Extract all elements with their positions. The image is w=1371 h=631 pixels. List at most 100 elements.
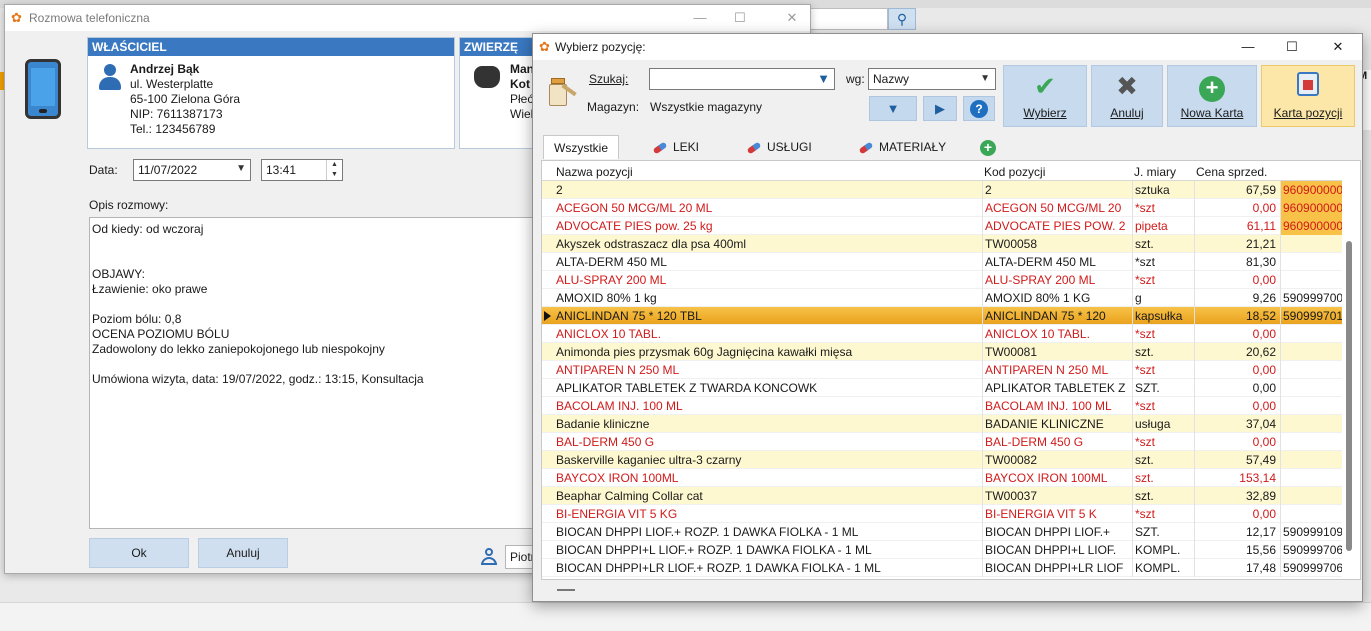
cell-code: BAL-DERM 450 G [982, 433, 1130, 451]
cell-unit: *szt [1132, 433, 1192, 451]
maximize-button[interactable]: ☐ [1277, 36, 1307, 58]
table-row[interactable]: Akyszek odstraszacz dla psa 400ml TW00058… [542, 235, 1342, 253]
cell-code: ANTIPAREN N 250 ML [982, 361, 1130, 379]
cell-name: 2 [556, 183, 563, 197]
cell-name: Baskerville kaganiec ultra-3 czarny [556, 453, 742, 467]
close-button[interactable]: ✕ [777, 7, 807, 29]
cell-ean [1280, 487, 1342, 505]
tab-materialy[interactable]: MATERIAŁY [849, 135, 956, 159]
table-row[interactable]: BIOCAN DHPPI+LR LIOF.+ ROZP. 1 DAWKA FIO… [542, 559, 1342, 577]
table-row[interactable]: Animonda pies przysmak 60g Jagnięcina ka… [542, 343, 1342, 361]
table-row[interactable]: BIOCAN DHPPI+L LIOF.+ ROZP. 1 DAWKA FIOL… [542, 541, 1342, 559]
horizontal-scrollbar[interactable] [557, 589, 575, 591]
cell-ean: 590999109 [1280, 523, 1342, 541]
table-row[interactable]: Baskerville kaganiec ultra-3 czarny TW000… [542, 451, 1342, 469]
cancel-button[interactable]: ✖ Anuluj [1091, 65, 1163, 127]
table-row[interactable]: AMOXID 80% 1 kg AMOXID 80% 1 KG g 9,26 59099… [542, 289, 1342, 307]
play-button[interactable]: ▶ [923, 96, 957, 121]
table-row[interactable]: ANICLINDAN 75 * 120 TBL ANICLINDAN 75 * 1… [542, 307, 1342, 325]
close-button[interactable]: ✕ [1323, 36, 1353, 58]
pill-icon [858, 141, 874, 155]
cell-ean [1280, 361, 1342, 379]
tab-all-label: Wszystkie [554, 141, 608, 155]
cell-unit: kapsułka [1132, 307, 1192, 325]
column-header-name[interactable]: Nazwa pozycji [556, 165, 633, 179]
table-row[interactable]: 2 2 sztuka 67,59 960900000 [542, 181, 1342, 199]
cell-code: AMOXID 80% 1 KG [982, 289, 1130, 307]
column-header-price[interactable]: Cena sprzed. [1196, 165, 1267, 179]
table-row[interactable]: APLIKATOR TABLETEK Z TWARDA KONCOWK APLIK… [542, 379, 1342, 397]
opis-label: Opis rozmowy: [89, 198, 169, 212]
cell-unit: usługa [1132, 415, 1192, 433]
search-by-value: Nazwy [873, 72, 910, 86]
animal-panel: ZWIERZĘ Mani Kot r Płeć: Wiek: [459, 37, 541, 149]
cell-unit: szt. [1132, 235, 1192, 253]
call-description-textarea[interactable]: Od kiedy: od wczoraj OBJAWY: Łzawienie: … [89, 217, 541, 529]
table-row[interactable]: BIOCAN DHPPI LIOF.+ ROZP. 1 DAWKA FIOLKA… [542, 523, 1342, 541]
maximize-button[interactable]: ☐ [725, 7, 755, 29]
table-row[interactable]: ACEGON 50 MCG/ML 20 ML ACEGON 50 MCG/ML 2… [542, 199, 1342, 217]
cell-code: ANICLINDAN 75 * 120 [982, 307, 1130, 325]
cell-price: 0,00 [1194, 379, 1278, 397]
ok-button[interactable]: Ok [89, 538, 189, 568]
time-stepper[interactable]: 13:41 ▲ ▼ [261, 159, 343, 181]
table-row[interactable]: ANTIPAREN N 250 ML ANTIPAREN N 250 ML *szt… [542, 361, 1342, 379]
column-header-code[interactable]: Kod pozycji [984, 165, 1045, 179]
date-value: 11/07/2022 [138, 163, 198, 177]
add-tab-icon[interactable]: + [980, 140, 996, 156]
search-input[interactable]: ▼ [649, 68, 835, 90]
title-bar: ✿ Wybierz pozycję: — ☐ ✕ [533, 34, 1362, 60]
table-row[interactable]: ALTA-DERM 450 ML ALTA-DERM 450 ML *szt 81,3… [542, 253, 1342, 271]
table-row[interactable]: ADVOCATE PIES pow. 25 kg ADVOCATE PIES PO… [542, 217, 1342, 235]
owner-name[interactable]: Andrzej Bąk [130, 62, 240, 77]
tab-leki[interactable]: LEKI [643, 135, 709, 159]
cell-name: ALU-SPRAY 200 ML [556, 273, 667, 287]
table-row[interactable]: ALU-SPRAY 200 ML ALU-SPRAY 200 ML *szt 0,00 [542, 271, 1342, 289]
table-row[interactable]: ANICLOX 10 TABL. ANICLOX 10 TABL. *szt 0,00 [542, 325, 1342, 343]
cell-code: BIOCAN DHPPI+LR LIOF [982, 559, 1130, 577]
tab-all[interactable]: Wszystkie [543, 135, 619, 159]
cell-unit: KOMPL. [1132, 559, 1192, 577]
magazyn-value: Wszystkie magazyny [650, 100, 763, 114]
background-search-input[interactable] [806, 8, 888, 30]
table-row[interactable]: BAL-DERM 450 G BAL-DERM 450 G *szt 0,00 [542, 433, 1342, 451]
phone-icon [25, 59, 61, 119]
date-picker[interactable]: 11/07/2022 ▼ [133, 159, 251, 181]
cell-price: 0,00 [1194, 433, 1278, 451]
animal-header: ZWIERZĘ [460, 38, 540, 56]
spin-arrows-icon[interactable]: ▲ ▼ [326, 160, 342, 180]
cell-price: 21,21 [1194, 235, 1278, 253]
cell-name: BIOCAN DHPPI+L LIOF.+ ROZP. 1 DAWKA FIOL… [556, 543, 872, 557]
vertical-scrollbar[interactable] [1346, 241, 1352, 551]
cell-price: 9,26 [1194, 289, 1278, 307]
select-button[interactable]: ✔ Wybierz [1003, 65, 1087, 127]
table-row[interactable]: BACOLAM INJ. 100 ML BACOLAM INJ. 100 ML *s… [542, 397, 1342, 415]
table-row[interactable]: BI-ENERGIA VIT 5 KG BI-ENERGIA VIT 5 K *sz… [542, 505, 1342, 523]
table-row[interactable]: BAYCOX IRON 100ML BAYCOX IRON 100ML szt. 15… [542, 469, 1342, 487]
minimize-button[interactable]: — [685, 7, 715, 29]
chevron-down-icon: ▼ [980, 73, 990, 84]
pill-icon [746, 141, 762, 155]
cell-ean: 590999701 [1280, 307, 1342, 325]
user-icon [481, 548, 497, 566]
cell-price: 0,00 [1194, 199, 1278, 217]
new-card-button[interactable]: + Nowa Karta [1167, 65, 1257, 127]
table-row[interactable]: Beaphar Calming Collar cat TW00037 szt. 32,… [542, 487, 1342, 505]
help-button[interactable]: ? [963, 96, 995, 121]
minimize-button[interactable]: — [1233, 36, 1263, 58]
search-by-select[interactable]: Nazwy ▼ [868, 68, 996, 90]
cell-ean: 590999700 [1280, 289, 1342, 307]
tab-uslugi[interactable]: USŁUGI [737, 135, 822, 159]
search-icon: ⚲ [896, 11, 908, 27]
table-header: Nazwa pozycji Kod pozycji J. miary Cena … [542, 161, 1342, 181]
filter-icon[interactable]: ▼ [817, 71, 830, 86]
cell-name: ALTA-DERM 450 ML [556, 255, 667, 269]
cell-code: TW00082 [982, 451, 1130, 469]
column-header-unit[interactable]: J. miary [1134, 165, 1176, 179]
table-row[interactable]: Badanie kliniczne BADANIE KLINICZNE usługa… [542, 415, 1342, 433]
background-search-button[interactable]: ⚲ [888, 8, 916, 30]
cell-name: Animonda pies przysmak 60g Jagnięcina ka… [556, 345, 853, 359]
cancel-button[interactable]: Anuluj [198, 538, 288, 568]
filter-button[interactable]: ▼ [869, 96, 917, 121]
position-card-button[interactable]: Karta pozycji [1261, 65, 1355, 127]
